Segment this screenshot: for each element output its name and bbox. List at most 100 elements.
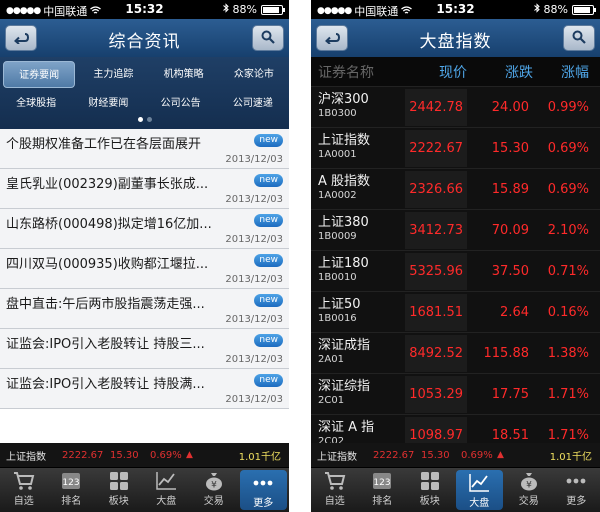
index-percent: 0.69% [547,140,589,156]
index-name: A 股指数 [318,174,371,189]
table-row[interactable]: 沪深300 1B0300 2442.78 24.00 0.99% [311,87,600,128]
list-item[interactable]: 皇氏乳业(002329)副董事长张成... new 2013/12/03 [0,169,289,209]
battery-icon [572,4,596,15]
battery-percent: 88% [232,3,257,16]
news-date: 2013/12/03 [225,394,283,405]
table-row[interactable]: 深证综指 2C01 1053.29 17.75 1.71% [311,374,600,415]
up-arrow-icon: ▲ [497,450,504,460]
news-title: 证监会:IPO引入老股转让 持股满... [6,377,205,392]
index-ticker[interactable]: 上证指数 2222.67 15.30 0.69% ▲ 1.01千亿 [0,443,289,467]
table-header: 证券名称 现价 涨跌 涨幅 [311,57,600,87]
index-percent: 1.38% [547,345,589,361]
tab-more[interactable]: 更多 [553,468,600,512]
list-item[interactable]: 证监会:IPO引入老股转让 持股三... new 2013/12/03 [0,329,289,369]
svg-text:123: 123 [374,478,391,488]
list-item[interactable]: 四川双马(000935)收购都江堰拉... new 2013/12/03 [0,249,289,289]
tab-trade[interactable]: ¥ 交易 [190,468,238,512]
table-row[interactable]: 深证成指 2A01 8492.52 115.88 1.38% [311,333,600,374]
index-name: 深证 A 指 [318,420,375,435]
cart-icon [324,472,346,490]
page-indicator [0,107,289,126]
news-title: 盘中直击:午后两市股指震荡走强... [6,297,205,312]
tab-ranking[interactable]: 123 排名 [359,468,407,512]
index-price: 8492.52 [405,334,467,372]
tab-ranking[interactable]: 123 排名 [48,468,96,512]
tab-sectors[interactable]: 板块 [95,468,143,512]
index-price: 2442.78 [405,88,467,126]
news-date: 2013/12/03 [225,234,283,245]
grid-icon [420,472,439,490]
search-icon [261,29,275,48]
battery-icon [261,4,285,15]
svg-text:123: 123 [63,478,80,488]
table-row[interactable]: 上证180 1B0010 5325.96 37.50 0.71% [311,251,600,292]
list-item[interactable]: 证监会:IPO引入老股转让 持股满... new 2013/12/03 [0,369,289,409]
news-title: 证监会:IPO引入老股转让 持股三... [6,337,205,352]
index-change: 70.09 [491,222,529,238]
ticker-change: 15.30 [421,449,450,461]
ticker-name: 上证指数 [317,451,357,463]
tab-more[interactable]: 更多 [239,470,287,510]
column-header-price[interactable]: 现价 [397,62,467,82]
ticker-percent: 0.69% [150,449,182,461]
table-row[interactable]: 上证50 1B0016 1681.51 2.64 0.16% [311,292,600,333]
search-icon [572,29,586,48]
index-name: 上证指数 [318,133,371,148]
new-badge: new [254,134,283,147]
index-price: 2326.66 [405,170,467,208]
index-percent: 0.16% [547,304,589,320]
tab-sectors[interactable]: 板块 [406,468,454,512]
news-date: 2013/12/03 [225,194,283,205]
news-date: 2013/12/03 [225,274,283,285]
svg-text:¥: ¥ [526,481,532,491]
tab-market[interactable]: 大盘 [143,468,191,512]
column-header-percent[interactable]: 涨幅 [533,62,595,82]
news-title: 四川双马(000935)收购都江堰拉... [6,257,209,272]
list-item[interactable]: 山东路桥(000498)拟定增16亿加... new 2013/12/03 [0,209,289,249]
right-screen: ●●●●● 中国联通 15:32 88% 大盘指数 证券名称 现价 涨跌 涨幅 … [311,0,600,512]
tab-bar: 自选 123 排名 板块 大盘 ¥ 交易 更多 [0,467,289,512]
money-bag-icon: ¥ [520,473,537,491]
search-button[interactable] [563,25,595,51]
index-table: 沪深300 1B0300 2442.78 24.00 0.99% 上证指数 1A00… [311,87,600,456]
ticker-volume: 1.01千亿 [549,451,592,463]
index-code: 1B0010 [318,272,357,283]
index-price: 3412.73 [405,211,467,249]
index-change: 15.30 [491,140,529,156]
status-bar: ●●●●● 中国联通 15:32 88% [0,0,289,19]
page-title: 大盘指数 [419,32,492,52]
ticker-value: 2222.67 [373,449,415,461]
column-header-change[interactable]: 涨跌 [467,62,533,82]
category-tab[interactable]: 主力追踪 [78,61,148,88]
left-screen: ●●●●● 中国联通 15:32 88% 综合资讯 证券要闻 主力追踪 机构策略… [0,0,289,512]
table-row[interactable]: 上证指数 1A0001 2222.67 15.30 0.69% [311,128,600,169]
category-tab[interactable]: 证券要闻 [3,61,76,88]
news-date: 2013/12/03 [225,354,283,365]
index-name: 沪深300 [318,92,369,107]
index-code: 1A0002 [318,190,357,201]
tab-watchlist[interactable]: 自选 [0,468,48,512]
index-price: 2222.67 [405,129,467,167]
category-tab[interactable]: 众家论市 [219,61,289,88]
tab-watchlist[interactable]: 自选 [311,468,359,512]
tab-market[interactable]: 大盘 [455,470,503,510]
tab-trade[interactable]: ¥ 交易 [505,468,553,512]
table-row[interactable]: A 股指数 1A0002 2326.66 15.89 0.69% [311,169,600,210]
new-badge: new [254,174,283,187]
index-price: 5325.96 [405,252,467,290]
search-button[interactable] [252,25,284,51]
new-badge: new [254,214,283,227]
list-item[interactable]: 个股期权准备工作已在各层面展开 new 2013/12/03 [0,129,289,169]
index-ticker[interactable]: 上证指数 2222.67 15.30 0.69% ▲ 1.01千亿 [311,443,600,467]
status-bar: ●●●●● 中国联通 15:32 88% [311,0,600,19]
money-bag-icon: ¥ [205,473,222,491]
list-item[interactable]: 盘中直击:午后两市股指震荡走强... new 2013/12/03 [0,289,289,329]
index-code: 1B0300 [318,108,357,119]
index-change: 2.64 [500,304,529,320]
category-tab[interactable]: 机构策略 [149,61,219,88]
index-change: 15.89 [491,181,529,197]
table-row[interactable]: 上证380 1B0009 3412.73 70.09 2.10% [311,210,600,251]
index-percent: 0.71% [547,263,589,279]
svg-text:¥: ¥ [211,481,217,491]
news-date: 2013/12/03 [225,314,283,325]
